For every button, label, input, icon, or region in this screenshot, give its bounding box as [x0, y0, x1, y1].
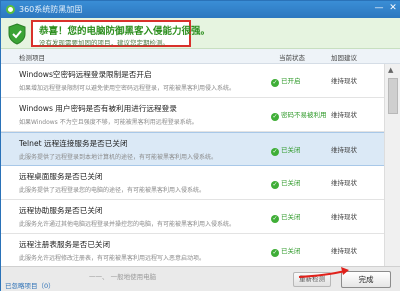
list-item[interactable]: 远程注册表服务是否已关闭 此服务允许远程修改注册表，有可能被黑客利用远程写入恶意… — [1, 234, 384, 266]
column-status: 当前状态 — [279, 54, 305, 62]
status-text: 已开启 — [281, 77, 301, 85]
check-circle-icon: ✓ — [271, 79, 279, 87]
item-advice: 维持现状 — [331, 247, 357, 255]
result-message-box: 恭喜！您的电脑防御黑客入侵能力很强。 没有发现需要加固的项目，建议您定期检测。 — [31, 20, 210, 47]
item-description: 此服务提供了远程登录您的电脑的途径，有可能被黑客利用入侵系统。 — [19, 187, 206, 194]
item-status: ✓ 已关闭 — [271, 177, 301, 189]
item-title: 远程桌面服务是否已关闭 — [19, 172, 103, 181]
item-description: 此服务允许通过其他电脑远程登录并操控您的电脑，有可能被黑客利用入侵系统。 — [19, 221, 236, 228]
item-title: 远程注册表服务是否已关闭 — [19, 240, 111, 249]
status-text: 已关闭 — [281, 247, 301, 255]
app-logo-icon — [6, 5, 15, 14]
column-advice: 加固建议 — [331, 54, 357, 62]
column-header: 检测项目 当前状态 加固建议 — [1, 49, 400, 64]
status-text: 已关闭 — [281, 179, 301, 187]
list-item[interactable]: Windows 用户密码是否有被利用进行远程登录 如果Windows 不为空且强… — [1, 98, 384, 132]
item-title: Windows 用户密码是否有被利用进行远程登录 — [19, 104, 177, 113]
item-title: Telnet 远程连接服务是否已关闭 — [19, 139, 128, 148]
item-status: ✓ 已关闭 — [271, 211, 301, 223]
check-circle-icon: ✓ — [271, 181, 279, 189]
status-text: 已关闭 — [281, 146, 301, 154]
item-description: 如果Windows 不为空且强度不够，可能被黑客利用远程登录系统。 — [19, 119, 198, 126]
item-advice: 维持现状 — [331, 213, 357, 221]
app-window: 360系统防黑加固 — ✕ 恭喜！您的电脑防御黑客入侵能力很强。 没有发现需要加… — [0, 0, 400, 291]
status-text: 已关闭 — [281, 213, 301, 221]
title-bar: 360系统防黑加固 — ✕ — [1, 1, 400, 18]
item-status: ✓ 已关闭 — [271, 245, 301, 257]
result-headline: 恭喜！您的电脑防御黑客入侵能力很强。 — [39, 26, 211, 37]
watermark-text: 一一、 一般地使用电脑 — [89, 273, 157, 281]
list-scrollbar[interactable]: ▲ — [384, 64, 400, 266]
check-circle-icon: ✓ — [271, 249, 279, 257]
shield-check-icon — [8, 23, 26, 45]
result-banner: 恭喜！您的电脑防御黑客入侵能力很强。 没有发现需要加固的项目，建议您定期检测。 — [1, 18, 400, 49]
window-title: 360系统防黑加固 — [19, 5, 83, 14]
item-status: ✓ 已开启 — [271, 75, 301, 87]
item-description: 此服务允许远程修改注册表，有可能被黑客利用远程写入恶意启动项。 — [19, 255, 206, 262]
item-description: 此服务提供了远程登录到本地计算机的途径，有可能被黑客利用入侵系统。 — [19, 154, 218, 161]
list-item-selected[interactable]: Telnet 远程连接服务是否已关闭 此服务提供了远程登录到本地计算机的途径，有… — [1, 132, 384, 166]
item-advice: 维持现状 — [331, 111, 357, 119]
item-status: ✓ 已关闭 — [271, 144, 301, 156]
check-list: Windows空密码远程登录限制是否开启 如果增加远程登录限制可以避免使用空密码… — [1, 64, 384, 266]
list-item[interactable]: Windows空密码远程登录限制是否开启 如果增加远程登录限制可以避免使用空密码… — [1, 64, 384, 98]
result-subtext: 没有发现需要加固的项目，建议您定期检测。 — [39, 39, 169, 47]
item-description: 如果增加远程登录限制可以避免使用空密码远程登录，可能被黑客利用侵入系统。 — [19, 85, 236, 92]
minimize-button[interactable]: — — [372, 2, 386, 14]
item-status: ✓ 密码不易被利用 — [271, 109, 327, 121]
list-item[interactable]: 远程协助服务是否已关闭 此服务允许通过其他电脑远程登录并操控您的电脑，有可能被黑… — [1, 200, 384, 234]
check-circle-icon: ✓ — [271, 113, 279, 121]
ignored-items-link[interactable]: 已忽略项目（0） — [5, 280, 55, 290]
scroll-up-icon[interactable]: ▲ — [388, 66, 393, 74]
item-advice: 维持现状 — [331, 77, 357, 85]
scroll-thumb[interactable] — [388, 78, 398, 114]
item-advice: 维持现状 — [331, 146, 357, 154]
status-text: 密码不易被利用 — [281, 111, 327, 119]
list-item[interactable]: 远程桌面服务是否已关闭 此服务提供了远程登录您的电脑的途径，有可能被黑客利用入侵… — [1, 166, 384, 200]
close-button[interactable]: ✕ — [386, 2, 400, 14]
column-item: 检测项目 — [19, 54, 45, 62]
item-title: 远程协助服务是否已关闭 — [19, 206, 103, 215]
check-circle-icon: ✓ — [271, 148, 279, 156]
check-circle-icon: ✓ — [271, 215, 279, 223]
item-title: Windows空密码远程登录限制是否开启 — [19, 70, 152, 79]
red-arrow-icon — [298, 267, 349, 278]
item-advice: 维持现状 — [331, 179, 357, 187]
